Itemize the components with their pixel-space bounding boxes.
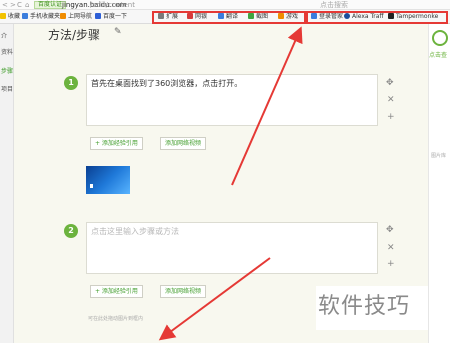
arrow-to-bottom xyxy=(158,257,271,341)
arrow-to-toolbar xyxy=(231,26,303,186)
annotation-arrows xyxy=(158,26,303,341)
